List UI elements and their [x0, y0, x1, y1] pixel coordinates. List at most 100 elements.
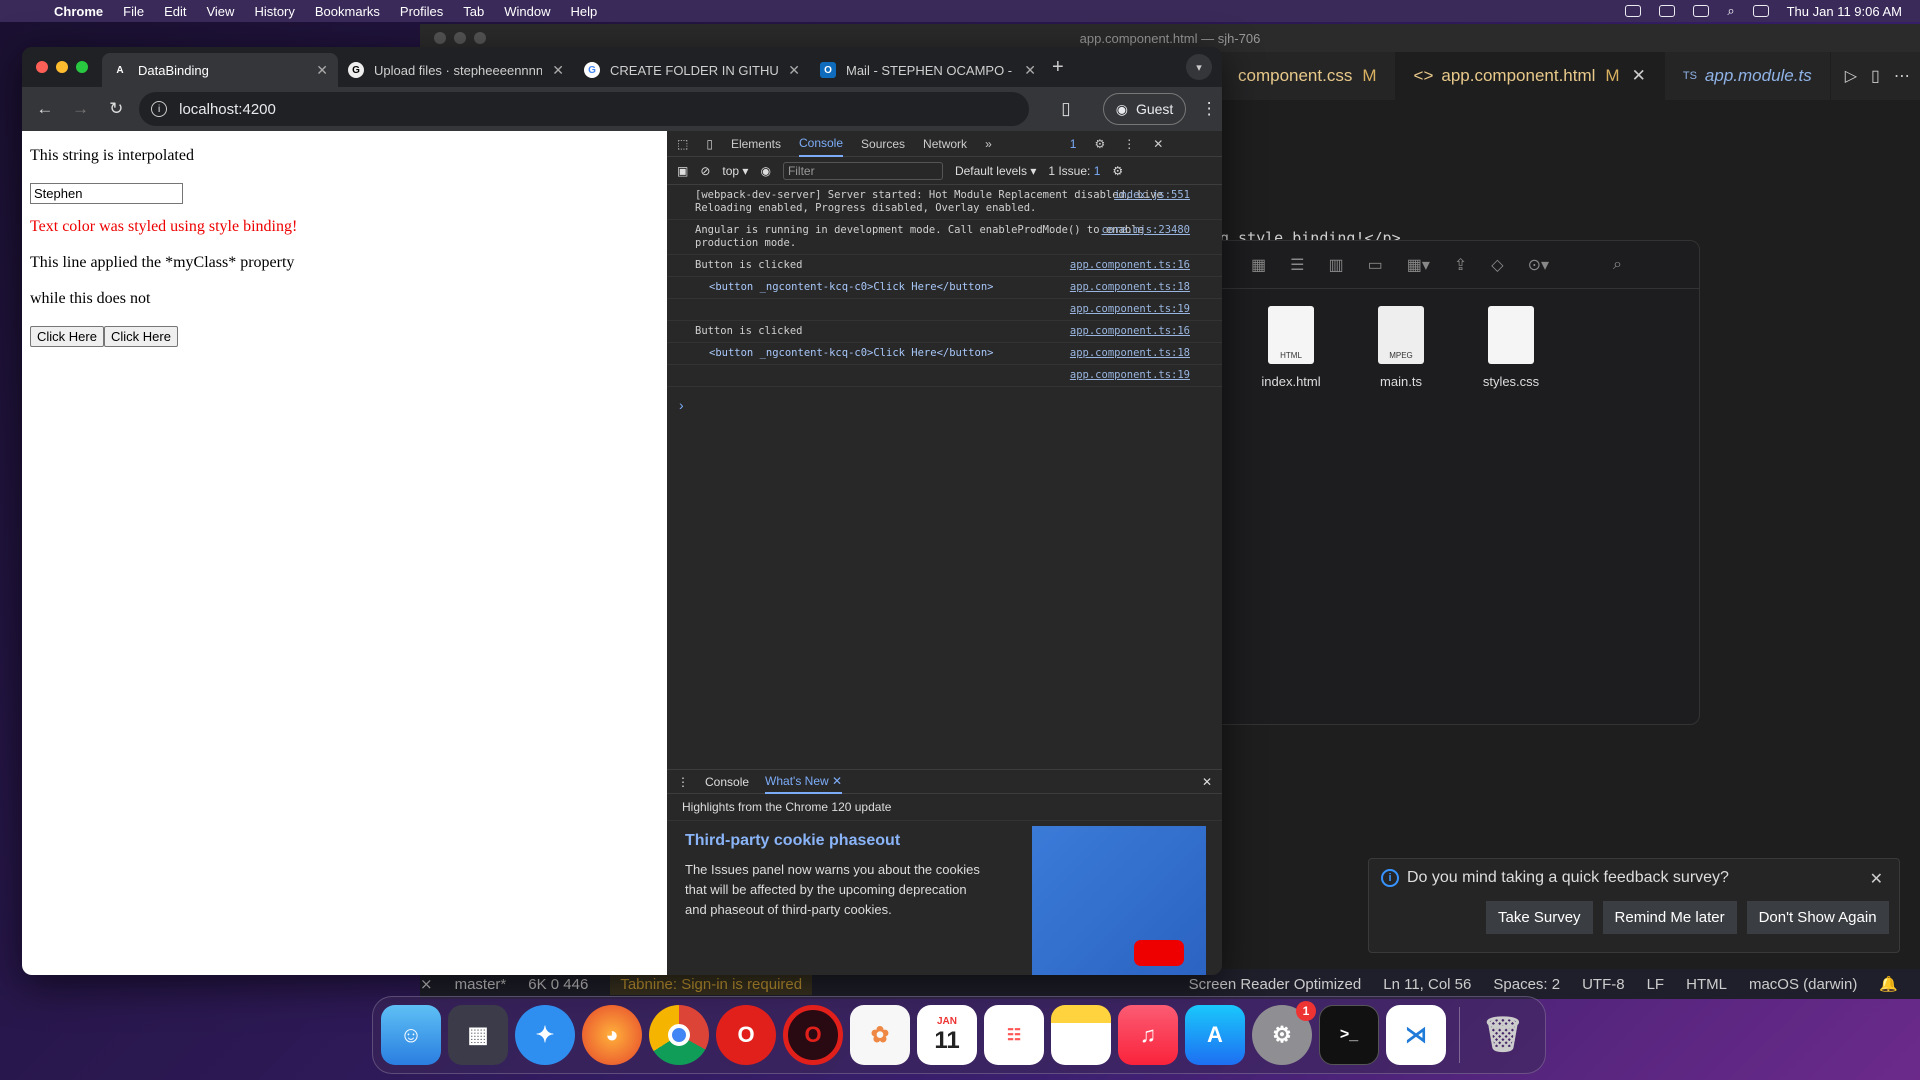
tab-console[interactable]: Console [798, 131, 844, 157]
icon-view-icon[interactable]: ▦ [1251, 255, 1266, 275]
opera-gx-app-icon[interactable]: O [783, 1005, 843, 1065]
tabnine-status[interactable]: Tabnine: Sign-in is required [610, 973, 813, 995]
new-tab-icon[interactable]: + [1052, 56, 1064, 79]
take-survey-button[interactable]: Take Survey [1486, 901, 1593, 934]
vscode-tab-module[interactable]: TS app.module.ts [1665, 52, 1831, 100]
tab-sources[interactable]: Sources [861, 137, 905, 151]
zoom-window-button[interactable] [76, 61, 88, 73]
wifi-icon[interactable] [1693, 5, 1710, 17]
music-app-icon[interactable]: ♫ [1118, 1005, 1178, 1065]
video-thumbnail[interactable] [1032, 826, 1206, 975]
drawer-menu-icon[interactable]: ⋮ [677, 775, 689, 789]
menu-edit[interactable]: Edit [164, 4, 186, 19]
vscode-app-icon[interactable]: ⋊ [1386, 1005, 1446, 1065]
settings-icon[interactable]: ⚙ [1094, 137, 1105, 151]
inspect-icon[interactable]: ⬚ [677, 137, 688, 151]
log-source-link[interactable]: app.component.ts:19 [1070, 369, 1190, 382]
log-source-link[interactable]: app.component.ts:18 [1070, 281, 1190, 294]
filter-input[interactable]: Filter [782, 161, 943, 180]
reminders-app-icon[interactable]: ☷ [984, 1005, 1044, 1065]
address-bar[interactable]: i localhost:4200 [139, 92, 1030, 126]
menu-history[interactable]: History [254, 4, 294, 19]
back-icon[interactable]: ← [32, 96, 58, 122]
list-view-icon[interactable]: ☰ [1290, 255, 1304, 275]
app-store-icon[interactable]: A [1185, 1005, 1245, 1065]
file-main-ts[interactable]: MPEG main.ts [1356, 306, 1446, 389]
log-source-link[interactable]: app.component.ts:19 [1070, 303, 1190, 316]
close-window-button[interactable] [36, 61, 48, 73]
log-source-link[interactable]: index.js:551 [1114, 189, 1190, 202]
menu-help[interactable]: Help [571, 4, 598, 19]
tab-search-icon[interactable]: ▾ [1186, 54, 1212, 80]
tab-upload-files[interactable]: G Upload files · stepheeeennnn ✕ [338, 53, 574, 87]
vscode-tab-html[interactable]: <> app.component.html M ✕ [1395, 52, 1665, 100]
log-levels-select[interactable]: Default levels ▾ [955, 164, 1036, 178]
log-source-link[interactable]: app.component.ts:16 [1070, 325, 1190, 338]
column-view-icon[interactable]: ▥ [1328, 255, 1343, 275]
minimize-window-button[interactable] [56, 61, 68, 73]
menu-bookmarks[interactable]: Bookmarks [315, 4, 380, 19]
remind-later-button[interactable]: Remind Me later [1602, 901, 1737, 934]
group-icon[interactable]: ▦▾ [1407, 255, 1430, 275]
more-icon[interactable]: ⋯ [1894, 66, 1910, 86]
menu-app-chrome[interactable]: Chrome [54, 4, 103, 19]
close-drawer-icon[interactable]: ✕ [1202, 775, 1212, 789]
close-icon[interactable]: ✕ [1024, 62, 1036, 79]
youtube-play-icon[interactable] [1134, 940, 1184, 966]
more-tabs-icon[interactable]: » [985, 137, 992, 151]
console-settings-icon[interactable]: ⚙ [1112, 164, 1123, 178]
drawer-tab-console[interactable]: Console [705, 775, 749, 789]
tab-network[interactable]: Network [923, 137, 967, 151]
finder-app-icon[interactable]: ☺ [381, 1005, 441, 1065]
log-entry[interactable]: <button _ngcontent-kcq-c0>Click Here</bu… [667, 343, 1222, 365]
gallery-view-icon[interactable]: ▭ [1368, 255, 1383, 275]
notifications-icon[interactable]: 🔔 [1879, 975, 1898, 993]
action-icon[interactable]: ⊙▾ [1528, 255, 1549, 275]
photos-app-icon[interactable]: ✿ [850, 1005, 910, 1065]
os-indicator[interactable]: macOS (darwin) [1749, 976, 1857, 993]
remote-icon[interactable]: ⨯ [420, 975, 433, 993]
tab-mail[interactable]: O Mail - STEPHEN OCAMPO - O ✕ [810, 53, 1046, 87]
cursor-position[interactable]: Ln 11, Col 56 [1383, 976, 1471, 993]
language-mode[interactable]: HTML [1686, 976, 1727, 993]
share-icon[interactable]: ⇪ [1454, 255, 1467, 275]
file-index-html[interactable]: HTML index.html [1246, 306, 1336, 389]
tag-icon[interactable]: ◇ [1491, 255, 1503, 275]
side-panel-icon[interactable]: ▯ [1053, 96, 1079, 122]
branch-indicator[interactable]: master* [455, 976, 507, 993]
search-icon[interactable]: ⌕ [1613, 256, 1622, 274]
encoding[interactable]: UTF-8 [1582, 976, 1625, 993]
eol[interactable]: LF [1647, 976, 1665, 993]
trash-icon[interactable]: 🗑 [1473, 1005, 1533, 1065]
context-selector[interactable]: top ▾ [722, 164, 748, 178]
live-expression-icon[interactable]: ◉ [760, 164, 770, 178]
system-settings-app-icon[interactable]: ⚙ 1 [1252, 1001, 1316, 1065]
menu-tab[interactable]: Tab [463, 4, 484, 19]
close-icon[interactable]: ✕ [1632, 66, 1646, 86]
tab-elements[interactable]: Elements [731, 137, 781, 151]
control-center-icon[interactable] [1752, 5, 1769, 17]
close-icon[interactable]: ✕ [1153, 137, 1163, 151]
log-source-link[interactable]: app.component.ts:16 [1070, 259, 1190, 272]
menu-icon[interactable]: ⋮ [1196, 96, 1222, 122]
close-icon[interactable]: ✕ [788, 62, 800, 79]
tab-databinding[interactable]: A DataBinding ✕ [102, 53, 338, 87]
whats-new-heading[interactable]: Third-party cookie phaseout [685, 832, 900, 850]
vscode-tab-css[interactable]: component.css M [1220, 52, 1396, 100]
menubar-clock[interactable]: Thu Jan 11 9:06 AM [1787, 4, 1902, 19]
firefox-app-icon[interactable]: ◕ [582, 1005, 642, 1065]
reload-icon[interactable]: ↻ [103, 96, 129, 122]
menu-file[interactable]: File [123, 4, 144, 19]
terminal-app-icon[interactable]: >_ [1319, 1005, 1379, 1065]
split-editor-icon[interactable]: ▯ [1871, 66, 1880, 86]
log-source-link[interactable]: app.component.ts:18 [1070, 347, 1190, 360]
search-icon[interactable]: ⌕ [1727, 3, 1734, 19]
drawer-tab-whats-new[interactable]: What's New ✕ [765, 770, 843, 794]
screen-reader-status[interactable]: Screen Reader Optimized [1189, 976, 1362, 993]
log-source-link[interactable]: core.mjs:23480 [1101, 224, 1190, 237]
forward-icon[interactable]: → [68, 96, 94, 122]
safari-app-icon[interactable]: ✦ [515, 1005, 575, 1065]
dont-show-again-button[interactable]: Don't Show Again [1746, 901, 1889, 934]
file-styles-css[interactable]: styles.css [1466, 306, 1556, 389]
profile-button[interactable]: ◉ Guest [1102, 93, 1187, 125]
